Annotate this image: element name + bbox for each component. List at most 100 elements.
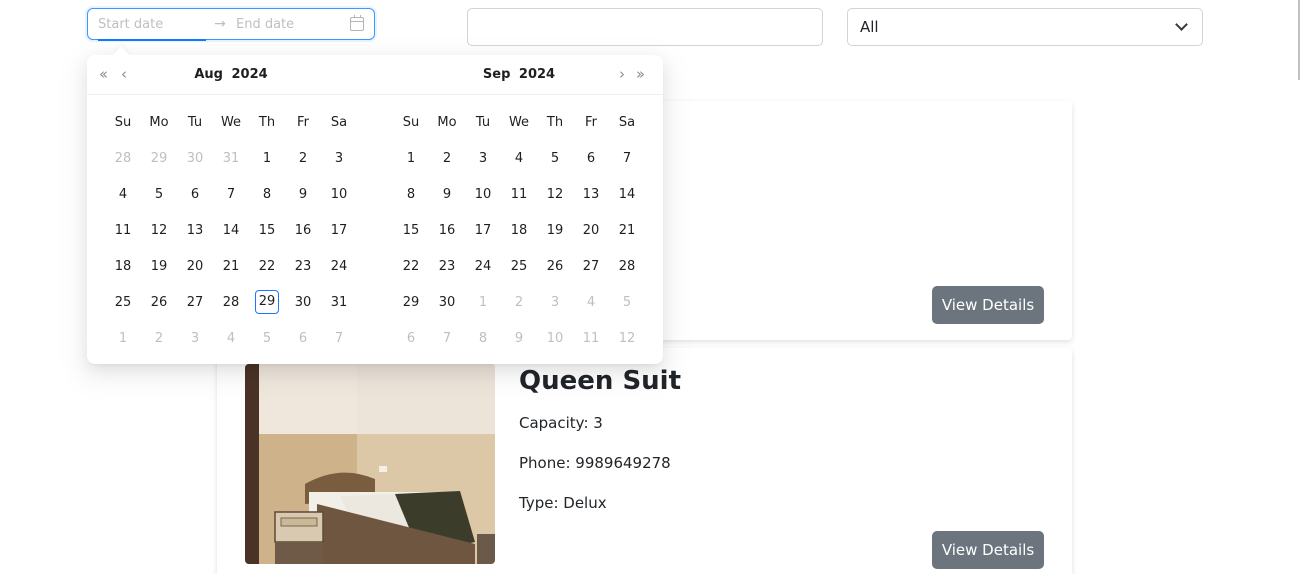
date-cell[interactable]: 6	[573, 151, 609, 166]
date-cell[interactable]: 5	[249, 331, 285, 346]
date-cell[interactable]: 16	[429, 223, 465, 238]
date-cell[interactable]: 18	[501, 223, 537, 238]
date-cell[interactable]: 24	[465, 259, 501, 274]
date-cell[interactable]: 29	[141, 151, 177, 166]
calendar-panel-right: Sep 2024 › ›› Su Mo Tu We Th Fr Sa 1 2 3 4 5 6 7 8 9 10 1…	[375, 55, 663, 364]
date-cell[interactable]: 22	[249, 259, 285, 274]
date-cell[interactable]: 6	[393, 331, 429, 346]
date-cell[interactable]: 1	[465, 295, 501, 310]
date-cell[interactable]: 20	[573, 223, 609, 238]
date-cell[interactable]: 15	[393, 223, 429, 238]
date-cell[interactable]: 28	[105, 151, 141, 166]
type-select[interactable]: All	[847, 8, 1203, 46]
date-cell[interactable]: 6	[177, 187, 213, 202]
date-cell[interactable]: 19	[141, 259, 177, 274]
date-cell[interactable]: 6	[285, 331, 321, 346]
date-cell[interactable]: 4	[105, 187, 141, 202]
date-cell[interactable]: 21	[213, 259, 249, 274]
date-cell[interactable]: 5	[609, 295, 645, 310]
date-cell[interactable]: 9	[429, 187, 465, 202]
date-cell[interactable]: 11	[573, 331, 609, 346]
date-cell[interactable]: 8	[393, 187, 429, 202]
view-details-button[interactable]: View Details	[932, 531, 1044, 569]
date-cell[interactable]: 4	[573, 295, 609, 310]
date-cell[interactable]: 2	[285, 151, 321, 166]
date-range-picker[interactable]: Start date → End date	[87, 8, 375, 41]
date-cell[interactable]: 1	[393, 151, 429, 166]
end-date-input[interactable]: End date	[236, 17, 350, 32]
date-cell[interactable]: 10	[321, 187, 357, 202]
date-cell[interactable]: 21	[609, 223, 645, 238]
date-cell[interactable]: 3	[321, 151, 357, 166]
date-cell[interactable]: 17	[321, 223, 357, 238]
date-cell[interactable]: 17	[465, 223, 501, 238]
date-cell[interactable]: 7	[429, 331, 465, 346]
date-cell[interactable]: 23	[285, 259, 321, 274]
date-cell[interactable]: 30	[177, 151, 213, 166]
date-cell[interactable]: 15	[249, 223, 285, 238]
month-button[interactable]: Aug	[194, 67, 223, 82]
date-grid: Su Mo Tu We Th Fr Sa 28 29 30 31 1 2 3 4 5 6 7 8 9 10 11 12 13 1…	[105, 104, 357, 356]
date-cell[interactable]: 8	[465, 331, 501, 346]
date-cell[interactable]: 13	[177, 223, 213, 238]
date-cell[interactable]: 8	[249, 187, 285, 202]
date-cell[interactable]: 30	[285, 295, 321, 310]
date-cell[interactable]: 12	[537, 187, 573, 202]
date-cell[interactable]: 13	[573, 187, 609, 202]
date-cell[interactable]: 22	[393, 259, 429, 274]
date-cell[interactable]: 11	[105, 223, 141, 238]
date-cell[interactable]: 24	[321, 259, 357, 274]
date-cell[interactable]: 10	[465, 187, 501, 202]
date-cell[interactable]: 23	[429, 259, 465, 274]
start-date-input[interactable]: Start date	[98, 17, 206, 41]
date-cell[interactable]: 27	[573, 259, 609, 274]
date-cell[interactable]: 1	[105, 331, 141, 346]
date-cell[interactable]: 26	[537, 259, 573, 274]
date-cell[interactable]: 2	[501, 295, 537, 310]
date-cell[interactable]: 28	[609, 259, 645, 274]
view-details-button[interactable]: View Details	[932, 286, 1044, 324]
date-cell[interactable]: 2	[429, 151, 465, 166]
date-cell[interactable]: 2	[141, 331, 177, 346]
date-cell[interactable]: 31	[213, 151, 249, 166]
date-cell[interactable]: 3	[177, 331, 213, 346]
date-cell[interactable]: 5	[141, 187, 177, 202]
date-cell[interactable]: 7	[213, 187, 249, 202]
date-cell[interactable]: 1	[249, 151, 285, 166]
date-cell[interactable]: 10	[537, 331, 573, 346]
week-row: 29 30 1 2 3 4 5	[393, 284, 645, 320]
date-cell[interactable]: 5	[537, 151, 573, 166]
date-cell[interactable]: 27	[177, 295, 213, 310]
date-cell[interactable]: 9	[285, 187, 321, 202]
date-cell[interactable]: 12	[141, 223, 177, 238]
year-button[interactable]: 2024	[231, 67, 267, 82]
date-cell[interactable]: 3	[465, 151, 501, 166]
search-input[interactable]	[467, 8, 823, 46]
date-cell[interactable]: 9	[501, 331, 537, 346]
date-cell[interactable]: 4	[213, 331, 249, 346]
date-cell[interactable]: 18	[105, 259, 141, 274]
date-cell[interactable]: 4	[501, 151, 537, 166]
date-cell[interactable]: 7	[321, 331, 357, 346]
date-cell-today[interactable]: 29	[249, 290, 285, 314]
date-cell[interactable]: 19	[537, 223, 573, 238]
date-cell[interactable]: 25	[501, 259, 537, 274]
date-cell[interactable]: 20	[177, 259, 213, 274]
date-cell[interactable]: 30	[429, 295, 465, 310]
double-chevron-right-icon[interactable]: ››	[636, 66, 645, 82]
year-button[interactable]: 2024	[519, 67, 555, 82]
date-cell[interactable]: 28	[213, 295, 249, 310]
date-cell[interactable]: 3	[537, 295, 573, 310]
date-cell[interactable]: 11	[501, 187, 537, 202]
date-cell[interactable]: 25	[105, 295, 141, 310]
date-cell[interactable]: 14	[609, 187, 645, 202]
date-cell[interactable]: 12	[609, 331, 645, 346]
date-cell[interactable]: 31	[321, 295, 357, 310]
month-button[interactable]: Sep	[483, 67, 511, 82]
chevron-right-icon[interactable]: ›	[619, 66, 625, 82]
date-cell[interactable]: 29	[393, 295, 429, 310]
date-cell[interactable]: 26	[141, 295, 177, 310]
date-cell[interactable]: 14	[213, 223, 249, 238]
date-cell[interactable]: 7	[609, 151, 645, 166]
date-cell[interactable]: 16	[285, 223, 321, 238]
